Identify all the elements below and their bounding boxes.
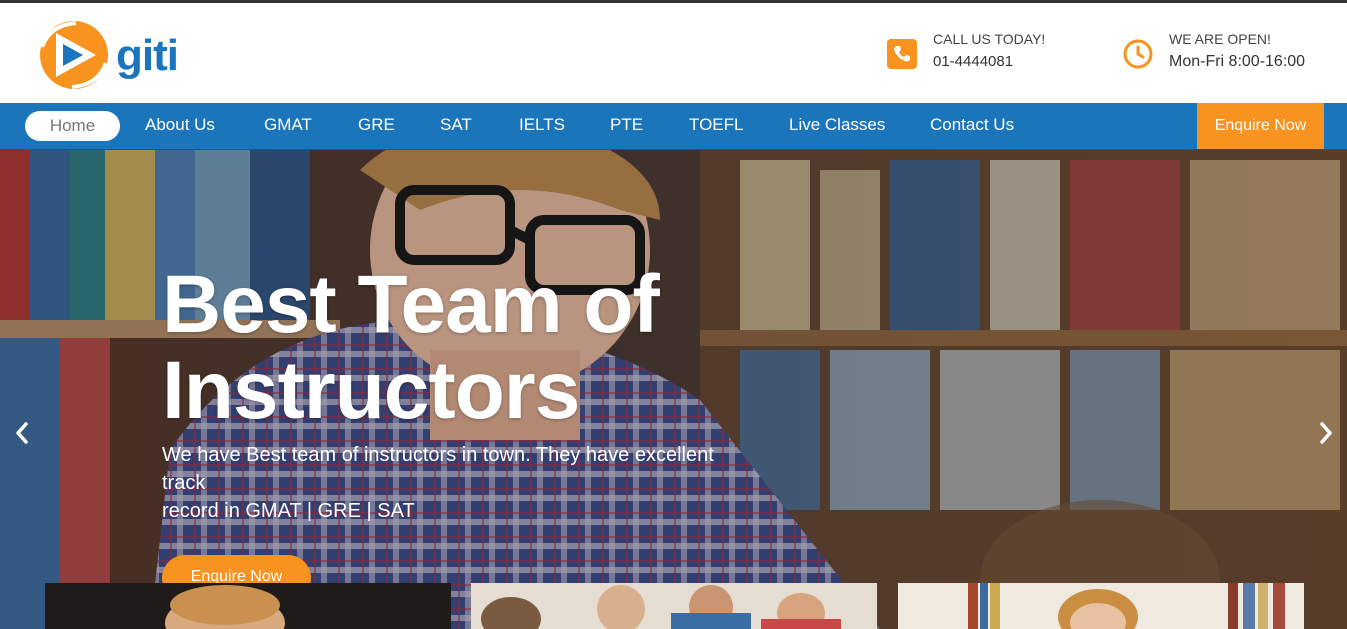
call-info: CALL US TODAY! 01-4444081 [887, 31, 1087, 81]
nav-item-pte[interactable]: PTE [610, 103, 643, 149]
chevron-right-icon[interactable] [1315, 418, 1337, 448]
main-nav: Home About Us GMAT GRE SAT IELTS PTE TOE… [0, 103, 1347, 149]
clock-icon [1123, 39, 1153, 69]
feature-cards [0, 583, 1347, 629]
site-header: giti CALL US TODAY! 01-4444081 WE ARE OP… [0, 3, 1347, 103]
hero-slider: Best Team of Instructors We have Best te… [0, 150, 1347, 629]
hero-subtitle: We have Best team of instructors in town… [162, 441, 752, 525]
hours-title: WE ARE OPEN! [1169, 31, 1271, 47]
hero-title-line-2: Instructors [162, 345, 580, 436]
nav-item-sat[interactable]: SAT [440, 103, 472, 149]
hero-subtitle-line-3: record in GMAT | GRE | SAT [162, 500, 415, 522]
enquire-now-nav-button[interactable]: Enquire Now [1197, 103, 1324, 149]
hours-value: Mon-Fri 8:00-16:00 [1169, 53, 1306, 70]
nav-item-gmat[interactable]: GMAT [264, 103, 312, 149]
hero-subtitle-line-1: We have Best team of instructors in town… [162, 444, 714, 466]
nav-item-contact-us[interactable]: Contact Us [930, 103, 1014, 149]
feature-card-1-image [45, 583, 451, 629]
phone-icon [887, 39, 917, 69]
nav-item-toefl[interactable]: TOEFL [689, 103, 743, 149]
logo[interactable]: giti [36, 17, 206, 93]
hero-subtitle-line-2: track [162, 472, 206, 494]
nav-item-about-us[interactable]: About Us [145, 103, 215, 149]
nav-item-ielts[interactable]: IELTS [519, 103, 565, 149]
nav-item-home[interactable]: Home [25, 111, 120, 141]
feature-card-1[interactable] [45, 583, 451, 629]
hero-title: Best Team of Instructors [162, 262, 802, 434]
feature-card-2-image [471, 583, 877, 629]
call-title: CALL US TODAY! [933, 31, 1046, 47]
chevron-left-icon[interactable] [11, 418, 33, 448]
hours-info: WE ARE OPEN! Mon-Fri 8:00-16:00 [1123, 31, 1333, 81]
hero-title-line-1: Best Team of [162, 259, 660, 350]
call-number[interactable]: 01-4444081 [933, 53, 1013, 70]
feature-card-3-image [898, 583, 1304, 629]
logo-text: giti [116, 31, 179, 80]
feature-card-2[interactable] [471, 583, 877, 629]
nav-item-gre[interactable]: GRE [358, 103, 395, 149]
feature-card-3[interactable] [898, 583, 1304, 629]
logo-mark-icon [40, 21, 108, 89]
nav-item-live-classes[interactable]: Live Classes [789, 103, 885, 149]
